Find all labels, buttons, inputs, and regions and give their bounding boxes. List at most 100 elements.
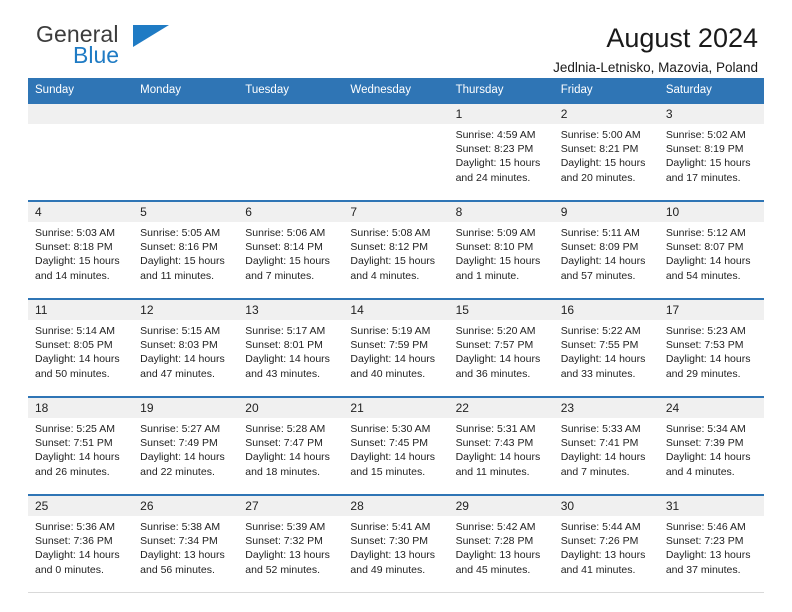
sunrise-text: Sunrise: 5:33 AM [560, 423, 641, 435]
table-bottom-border-cell [133, 592, 239, 593]
empty-day-cell [133, 102, 239, 124]
daylight-text-cont: and 37 minutes. [665, 563, 741, 576]
day-number[interactable]: 11 [28, 298, 134, 320]
day-detail-cell: Sunrise: 5:06 AM Sunset: 8:14 PM Daylight:… [238, 222, 344, 299]
empty-detail-cell [238, 124, 344, 201]
daylight-text-cont: and 47 minutes. [140, 367, 215, 380]
day-number[interactable]: 2 [553, 102, 659, 124]
day-detail-cell: Sunrise: 5:05 AM Sunset: 8:16 PM Daylight:… [133, 222, 239, 299]
sunset-text: Sunset: 8:01 PM [245, 339, 323, 352]
day-number[interactable]: 19 [133, 396, 239, 418]
brand-logo[interactable]: General Blue [36, 22, 256, 76]
sunrise-text: Sunrise: 5:39 AM [245, 521, 326, 533]
sunset-text: Sunset: 7:28 PM [455, 535, 534, 548]
weekday-header-tuesday: Tuesday [238, 78, 344, 103]
sunset-text: Sunset: 7:53 PM [665, 339, 744, 352]
day-detail-cell: Sunrise: 5:36 AM Sunset: 7:36 PM Daylight:… [28, 516, 134, 592]
day-detail-cell: Sunrise: 5:00 AM Sunset: 8:21 PM Daylight:… [553, 124, 659, 201]
day-detail-cell: Sunrise: 5:22 AM Sunset: 7:55 PM Daylight:… [553, 320, 659, 397]
day-number[interactable]: 1 [448, 102, 554, 124]
day-number[interactable]: 21 [343, 396, 449, 418]
day-number[interactable]: 31 [658, 494, 764, 516]
day-number[interactable]: 27 [238, 494, 344, 516]
day-detail-cell: Sunrise: 5:41 AM Sunset: 7:30 PM Daylight:… [343, 516, 449, 592]
sunrise-text: Sunrise: 5:20 AM [455, 325, 536, 337]
daylight-text-cont: and 54 minutes. [665, 269, 741, 282]
sunset-text: Sunset: 7:49 PM [140, 437, 218, 450]
sunset-text: Sunset: 7:39 PM [665, 437, 744, 450]
day-number[interactable]: 13 [238, 298, 344, 320]
day-number[interactable]: 4 [28, 200, 134, 222]
day-number[interactable]: 18 [28, 396, 134, 418]
table-bottom-border-cell [28, 592, 134, 593]
day-number[interactable]: 24 [658, 396, 764, 418]
sunrise-text: Sunrise: 5:03 AM [35, 227, 115, 239]
week-detail-row: Sunrise: 5:25 AM Sunset: 7:51 PM Daylight:… [28, 418, 764, 495]
sunrise-text: Sunrise: 5:46 AM [665, 521, 746, 533]
day-number[interactable]: 7 [343, 200, 449, 222]
day-detail-cell: Sunrise: 5:12 AM Sunset: 8:07 PM Daylight:… [658, 222, 764, 299]
sunrise-text: Sunrise: 4:59 AM [455, 129, 536, 141]
weekday-header-thursday: Thursday [448, 78, 554, 103]
calendar-header-row: Sunday Monday Tuesday Wednesday Thursday… [28, 78, 764, 103]
day-number[interactable]: 14 [343, 298, 449, 320]
day-detail-cell: Sunrise: 5:20 AM Sunset: 7:57 PM Daylight:… [448, 320, 554, 397]
day-detail-cell: Sunrise: 5:33 AM Sunset: 7:41 PM Daylight:… [553, 418, 659, 495]
day-detail-cell: Sunrise: 5:27 AM Sunset: 7:49 PM Daylight:… [133, 418, 239, 495]
day-detail-cell: Sunrise: 4:59 AM Sunset: 8:23 PM Daylight:… [448, 124, 554, 201]
day-number[interactable]: 16 [553, 298, 659, 320]
day-detail-cell: Sunrise: 5:17 AM Sunset: 8:01 PM Daylight:… [238, 320, 344, 397]
daylight-text-cont: and 11 minutes. [140, 269, 215, 282]
day-number[interactable]: 3 [658, 102, 764, 124]
day-number[interactable]: 5 [133, 200, 239, 222]
day-detail-cell: Sunrise: 5:03 AM Sunset: 8:18 PM Daylight:… [28, 222, 134, 299]
day-detail-cell: Sunrise: 5:28 AM Sunset: 7:47 PM Daylight:… [238, 418, 344, 495]
day-number[interactable]: 15 [448, 298, 554, 320]
sunrise-text: Sunrise: 5:23 AM [665, 325, 746, 337]
sunrise-text: Sunrise: 5:15 AM [140, 325, 221, 337]
calendar-page: General Blue August 2024 Jedlnia-Letnisk… [0, 0, 792, 612]
sunrise-text: Sunrise: 5:28 AM [245, 423, 326, 435]
day-number[interactable]: 10 [658, 200, 764, 222]
day-number[interactable]: 22 [448, 396, 554, 418]
weekday-header-friday: Friday [553, 78, 659, 103]
day-detail-cell: Sunrise: 5:34 AM Sunset: 7:39 PM Daylight:… [658, 418, 764, 495]
sunset-text: Sunset: 8:18 PM [35, 241, 113, 254]
daylight-text: Daylight: 15 hours [140, 255, 225, 268]
daylight-text-cont: and 26 minutes. [35, 465, 110, 478]
empty-day-cell [28, 102, 134, 124]
day-number[interactable]: 30 [553, 494, 659, 516]
sunset-text: Sunset: 8:16 PM [140, 241, 218, 254]
day-number[interactable]: 25 [28, 494, 134, 516]
week-daynumber-row: 11 12 13 14 15 16 17 [28, 298, 764, 320]
day-detail-cell: Sunrise: 5:09 AM Sunset: 8:10 PM Daylight:… [448, 222, 554, 299]
day-number[interactable]: 28 [343, 494, 449, 516]
day-number[interactable]: 9 [553, 200, 659, 222]
daylight-text-cont: and 0 minutes. [35, 563, 104, 576]
daylight-text-cont: and 4 minutes. [350, 269, 420, 282]
day-number[interactable]: 8 [448, 200, 554, 222]
daylight-text-cont: and 57 minutes. [560, 269, 636, 282]
sunset-text: Sunset: 8:21 PM [560, 143, 639, 156]
daylight-text-cont: and 18 minutes. [245, 465, 320, 478]
day-number[interactable]: 17 [658, 298, 764, 320]
day-number[interactable]: 23 [553, 396, 659, 418]
sunset-text: Sunset: 8:12 PM [350, 241, 429, 254]
sunset-text: Sunset: 7:41 PM [560, 437, 639, 450]
daylight-text-cont: and 4 minutes. [665, 465, 735, 478]
day-number[interactable]: 29 [448, 494, 554, 516]
sunset-text: Sunset: 7:47 PM [245, 437, 323, 450]
day-number[interactable]: 26 [133, 494, 239, 516]
day-number[interactable]: 12 [133, 298, 239, 320]
day-number[interactable]: 6 [238, 200, 344, 222]
daylight-text: Daylight: 14 hours [665, 451, 751, 464]
sunrise-text: Sunrise: 5:30 AM [350, 423, 431, 435]
daylight-text: Daylight: 13 hours [665, 549, 751, 562]
daylight-text: Daylight: 15 hours [560, 157, 646, 170]
sunset-text: Sunset: 7:34 PM [140, 535, 218, 548]
day-number[interactable]: 20 [238, 396, 344, 418]
table-bottom-border [28, 592, 764, 593]
sunrise-text: Sunrise: 5:08 AM [350, 227, 431, 239]
day-detail-cell: Sunrise: 5:11 AM Sunset: 8:09 PM Daylight:… [553, 222, 659, 299]
empty-day-cell [343, 102, 449, 124]
